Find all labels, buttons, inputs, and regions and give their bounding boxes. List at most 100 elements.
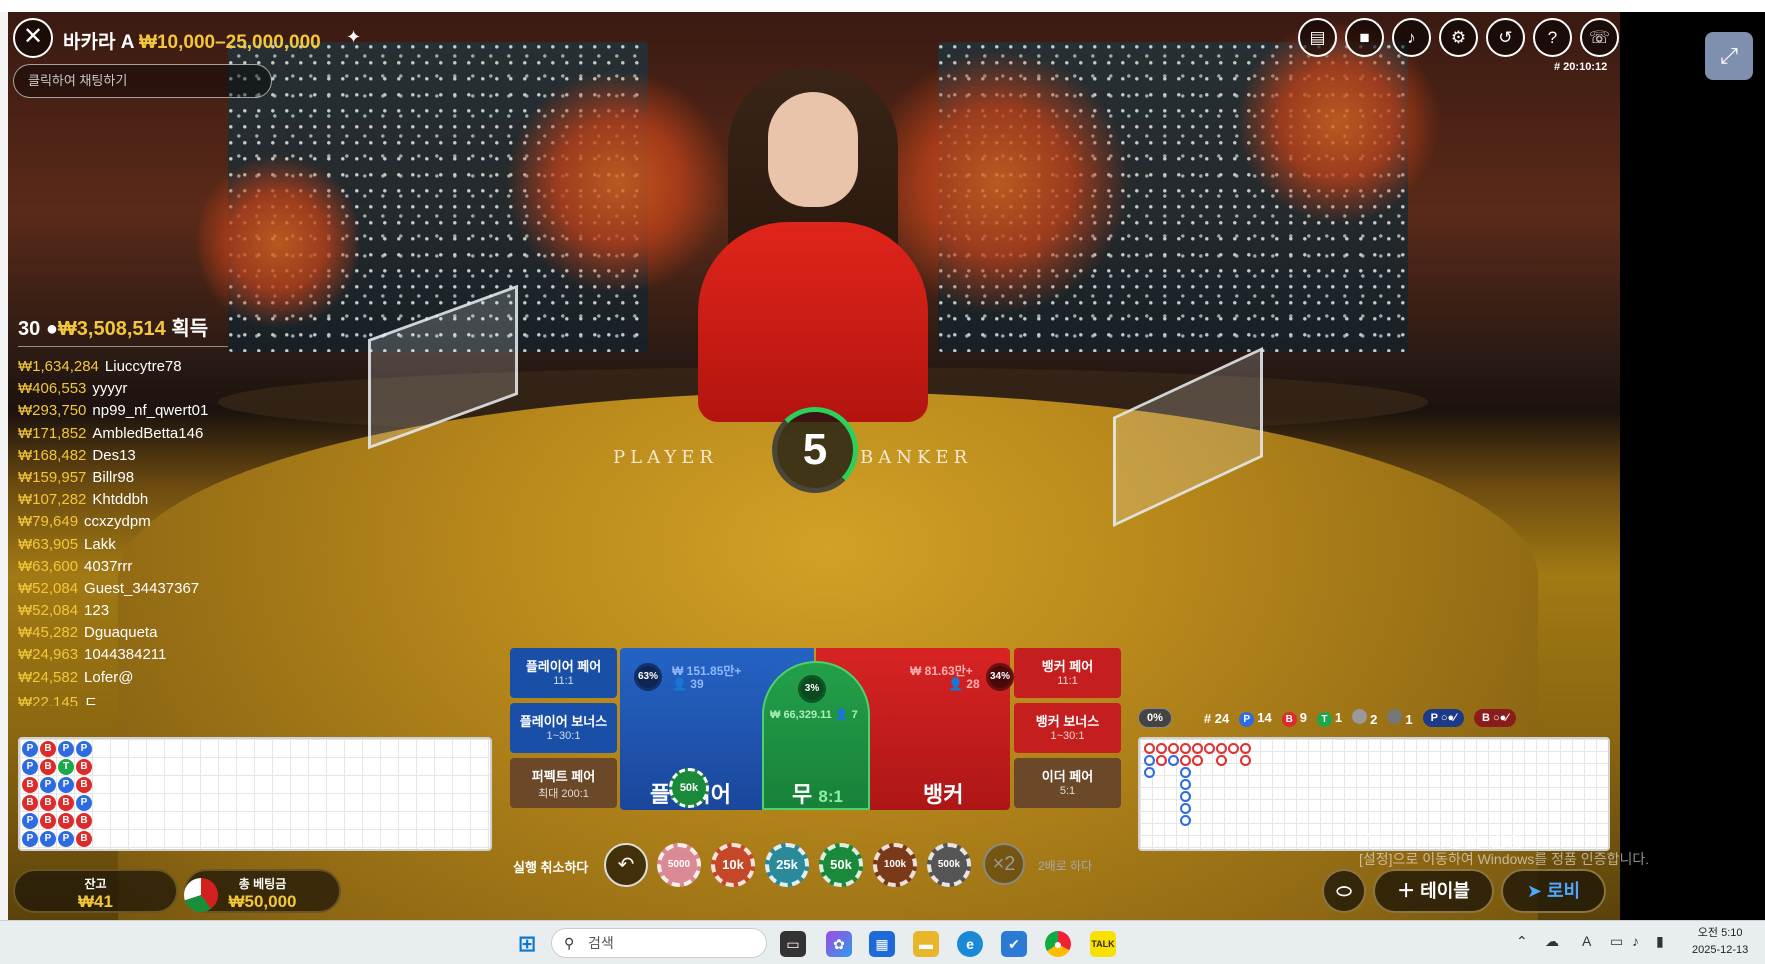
- history-icon[interactable]: ↺: [1486, 18, 1525, 57]
- big-road-mark: [1168, 755, 1179, 766]
- bead-road-cell: B: [40, 741, 56, 757]
- round-count: # 24: [1203, 710, 1230, 726]
- chip-500k[interactable]: 500k: [927, 843, 971, 887]
- double-button[interactable]: ×2: [983, 843, 1025, 885]
- banker-pair-bet[interactable]: 뱅커 페어 11:1: [1014, 648, 1121, 698]
- bead-road-cell: B: [40, 813, 56, 829]
- chat-input[interactable]: 클릭하여 채팅하기: [13, 64, 272, 98]
- winner-row: ₩22,145 ㄷ: [18, 691, 258, 706]
- chrome-icon[interactable]: ●: [1045, 931, 1071, 957]
- camera-icon[interactable]: ■: [1345, 18, 1384, 57]
- bead-road[interactable]: PPBBPPBBPBBPPTPBBPPBBPBB: [18, 737, 492, 851]
- ime-icon[interactable]: A: [1582, 933, 1591, 949]
- edge-icon[interactable]: e: [957, 931, 983, 957]
- big-road-mark: [1240, 755, 1251, 766]
- tie-label: 무: [792, 782, 813, 807]
- winner-name: np99_nf_qwert01: [92, 402, 209, 420]
- clock-date: 2025-12-13: [1692, 944, 1749, 956]
- undo-button[interactable]: ↶: [604, 843, 648, 887]
- bead-road-cell: P: [40, 831, 56, 847]
- big-road-mark: [1156, 755, 1167, 766]
- taskbar-clock[interactable]: 오전 5:10 2025-12-13: [1692, 925, 1748, 959]
- help-icon[interactable]: ?: [1533, 18, 1572, 57]
- winners-summary: 30 ●₩3,508,514 획득: [18, 312, 208, 341]
- table-limit: ₩10,000–25,000,000: [139, 32, 321, 53]
- tie-wins-value: 1: [1334, 709, 1343, 725]
- winner-row: ₩63,600 4037rrr: [18, 558, 258, 580]
- player-prediction-label: P: [1430, 712, 1438, 724]
- player-prediction-button[interactable]: P ○●⁄: [1422, 709, 1464, 727]
- either-pair-bet[interactable]: 이더 페어 5:1: [1014, 758, 1121, 808]
- dealer: [698, 222, 928, 422]
- taskbar-search[interactable]: ⚲ 검색: [551, 928, 767, 958]
- big-road-mark: [1204, 743, 1215, 754]
- banker-bonus-bet[interactable]: 뱅커 보너스 1~30:1: [1014, 703, 1121, 753]
- copilot-icon[interactable]: ✿: [826, 931, 852, 957]
- chip-25k[interactable]: 25k: [765, 843, 809, 887]
- tables-button[interactable]: ＋ 테이블: [1373, 869, 1494, 913]
- winner-amount: ₩63,600: [18, 557, 79, 575]
- chip-100k[interactable]: 100k: [873, 843, 917, 887]
- winner-row: ₩406,553 yyyyr: [18, 380, 258, 402]
- network-icon[interactable]: ▭: [1610, 933, 1623, 950]
- winners-total: ₩3,508,514: [57, 318, 166, 340]
- tray-chevron-icon[interactable]: ⌃: [1516, 933, 1528, 950]
- lobby-label: 로비: [1546, 881, 1581, 901]
- folder-icon[interactable]: ▬: [913, 931, 939, 957]
- undo-icon: ↶: [617, 854, 635, 876]
- settings-icon[interactable]: ⚙: [1439, 18, 1478, 57]
- felt-banker-label: BANKER: [860, 447, 973, 468]
- winner-row: ₩24,963 1044384211: [18, 646, 258, 668]
- windows-start-icon[interactable]: ⊞: [514, 931, 540, 957]
- cloud-icon[interactable]: ☁: [1545, 933, 1559, 950]
- winner-name: AmbledBetta146: [92, 424, 204, 442]
- pin-icon[interactable]: ✦: [346, 27, 361, 48]
- store-icon[interactable]: ▦: [869, 931, 895, 957]
- chip-10k[interactable]: 10k: [711, 843, 755, 887]
- big-road-mark: [1216, 743, 1227, 754]
- plus-icon: ＋: [1397, 881, 1416, 901]
- tie-count: 7: [851, 709, 858, 721]
- bead-road-cell: P: [58, 741, 74, 757]
- lobby-button[interactable]: ➤ 로비: [1501, 869, 1606, 913]
- bead-road-cell: B: [76, 777, 92, 793]
- winner-name: Lakk: [84, 535, 116, 553]
- table-title: 바카라 A ₩10,000–25,000,000: [63, 27, 321, 54]
- todo-icon[interactable]: ✔: [1001, 931, 1027, 957]
- big-road-mark: [1192, 743, 1203, 754]
- round-id: # 20:10:12: [1554, 61, 1608, 73]
- bead-road-cell: T: [58, 759, 74, 775]
- dealer-face: [768, 92, 858, 207]
- winners-count: 30: [18, 318, 41, 340]
- big-road-mark: [1180, 815, 1191, 826]
- user-icon: 👤: [834, 709, 849, 721]
- bead-road-cell: P: [58, 831, 74, 847]
- kakaotalk-icon[interactable]: TALK: [1090, 931, 1116, 957]
- fullscreen-button[interactable]: ⤢: [1705, 32, 1753, 80]
- clock-time: 오전 5:10: [1697, 927, 1743, 939]
- winner-amount: ₩171,852: [18, 424, 87, 442]
- player-pair-bet[interactable]: 플레이어 페어 11:1: [510, 648, 617, 698]
- banker-prediction-button[interactable]: B ○●⁄: [1473, 709, 1517, 727]
- bead-road-cell: B: [22, 795, 38, 811]
- chat-icon[interactable]: ▤: [1298, 18, 1337, 57]
- chip-5000[interactable]: 5000: [657, 843, 701, 887]
- banker-dot-icon: B: [1281, 711, 1297, 727]
- big-road-mark: [1144, 743, 1155, 754]
- perfect-pair-bet[interactable]: 퍼펙트 페어 최대 200:1: [510, 758, 617, 808]
- winner-amount: ₩52,084: [18, 579, 79, 597]
- view-toggle-button[interactable]: ⬭: [1322, 869, 1366, 913]
- close-button[interactable]: ✕: [13, 18, 53, 58]
- chip-50k[interactable]: 50k: [819, 843, 863, 887]
- tie-label-wrap: 무 8:1: [792, 777, 843, 809]
- sound-icon[interactable]: ♪: [1392, 18, 1431, 57]
- volume-icon[interactable]: ♪: [1632, 933, 1639, 949]
- battery-icon[interactable]: ▮: [1656, 933, 1664, 950]
- winner-amount: ₩52,084: [18, 602, 79, 620]
- player-bonus-bet[interactable]: 플레이어 보너스 1~30:1: [510, 703, 617, 753]
- bead-road-cell: B: [58, 813, 74, 829]
- banker-wins-value: 9: [1299, 709, 1307, 725]
- player-dot-icon: P: [1239, 711, 1255, 727]
- support-icon[interactable]: ☏: [1580, 18, 1619, 57]
- task-view-icon[interactable]: ▭: [780, 931, 806, 957]
